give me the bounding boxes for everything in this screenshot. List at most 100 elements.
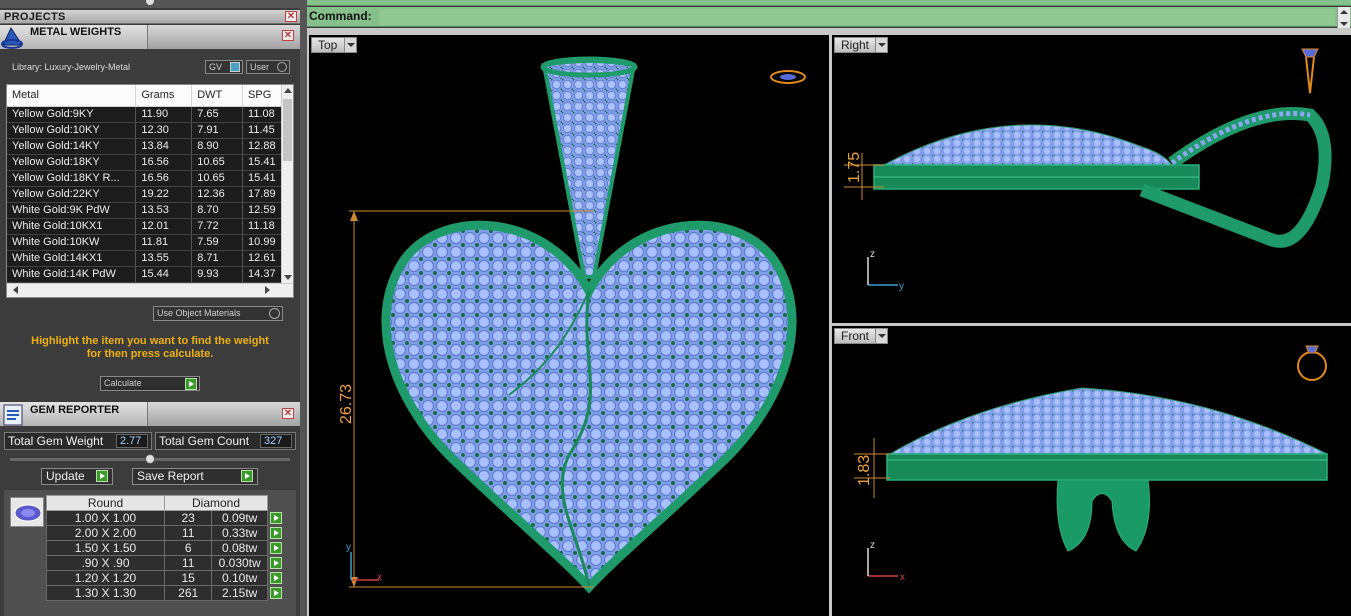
table-row[interactable]: White Gold:10KX1 12.01 7.72 11.18: [7, 218, 283, 235]
gem-row-action[interactable]: [268, 571, 286, 586]
table-cell: 11.90: [135, 106, 193, 123]
chevron-up-icon[interactable]: [284, 88, 292, 93]
front-base-plate[interactable]: [886, 453, 1328, 481]
horizontal-scrollbar[interactable]: [7, 283, 293, 297]
table-cell: Yellow Gold:22KY: [7, 186, 137, 203]
play-arrow-icon[interactable]: [270, 571, 282, 584]
chevron-up-icon[interactable]: [1340, 10, 1348, 14]
front-view-tab[interactable]: Front: [834, 328, 888, 344]
table-cell: Yellow Gold:10KY: [7, 122, 137, 139]
gem-material-header: Diamond: [164, 495, 268, 511]
side-gem-dome[interactable]: [883, 124, 1174, 166]
column-header[interactable]: Metal: [7, 85, 137, 107]
ring-icon[interactable]: [1297, 345, 1327, 381]
front-bail[interactable]: [1056, 479, 1150, 552]
play-arrow-icon[interactable]: [241, 470, 253, 482]
gem-row[interactable]: .90 X .90 11 0.030tw: [46, 555, 286, 571]
gem-row[interactable]: 1.30 X 1.30 261 2.15tw: [46, 585, 286, 601]
gem-row[interactable]: 1.00 X 1.00 23 0.09tw: [46, 510, 286, 526]
use-object-materials-radio[interactable]: [269, 308, 280, 319]
user-radio[interactable]: [277, 62, 287, 72]
top-view-render[interactable]: 26.73 x y: [309, 35, 829, 616]
close-icon[interactable]: ✕: [282, 30, 294, 41]
user-label: User: [250, 62, 270, 72]
top-viewport[interactable]: 26.73 x y Top: [309, 35, 829, 616]
dropdown-arrow-icon[interactable]: [875, 329, 887, 343]
column-header[interactable]: DWT: [191, 85, 244, 107]
gv-toggle[interactable]: GV: [205, 60, 243, 74]
table-row[interactable]: White Gold:14KX1 13.55 8.71 12.61: [7, 250, 283, 267]
play-arrow-icon[interactable]: [270, 511, 282, 524]
compass-icon[interactable]: [770, 70, 806, 84]
gem-row-action[interactable]: [268, 511, 286, 526]
scroll-thumb[interactable]: [283, 99, 292, 161]
right-view-render[interactable]: 1.75 y z: [832, 35, 1351, 323]
gem-row-action[interactable]: [268, 541, 286, 556]
user-toggle[interactable]: User: [246, 60, 290, 74]
front-viewport[interactable]: 1.83 x z Front: [832, 326, 1351, 616]
use-object-materials-toggle[interactable]: Use Object Materials: [153, 306, 283, 321]
table-cell: 14.37: [242, 266, 283, 283]
play-arrow-icon[interactable]: [96, 470, 108, 482]
dropdown-arrow-icon[interactable]: [875, 38, 887, 52]
play-arrow-icon[interactable]: [185, 378, 197, 390]
gem-row[interactable]: 2.00 X 2.00 11 0.33tw: [46, 525, 286, 541]
column-header[interactable]: SPG: [242, 85, 283, 107]
table-row[interactable]: Yellow Gold:10KY 12.30 7.91 11.45: [7, 122, 283, 139]
round-gem-thumbnail[interactable]: [10, 497, 44, 527]
chevron-right-icon[interactable]: [265, 286, 270, 294]
splitter[interactable]: [10, 454, 290, 464]
table-row[interactable]: Yellow Gold:14KY 13.84 8.90 12.88: [7, 138, 283, 155]
top-view-tab[interactable]: Top: [311, 37, 357, 53]
chevron-left-icon[interactable]: [13, 286, 18, 294]
bail-shape[interactable]: [541, 59, 637, 279]
panel-splitter[interactable]: [300, 0, 307, 616]
metal-weights-header[interactable]: METAL WEIGHTS ✕: [0, 25, 300, 49]
table-row[interactable]: Yellow Gold:18KY 16.56 10.65 15.41: [7, 154, 283, 171]
table-row[interactable]: White Gold:14K PdW 15.44 9.93 14.37: [7, 266, 283, 283]
gem-row-action[interactable]: [268, 556, 286, 571]
gem-row[interactable]: 1.50 X 1.50 6 0.08tw: [46, 540, 286, 556]
projects-header[interactable]: PROJECTS ✕: [0, 10, 300, 24]
front-gem-dome[interactable]: [888, 387, 1328, 455]
play-arrow-icon[interactable]: [270, 586, 282, 599]
table-row[interactable]: Yellow Gold:9KY 11.90 7.65 11.08: [7, 106, 283, 123]
gem-table[interactable]: Round Diamond 1.00 X 1.00 23 0.09tw 2.00 X …: [46, 495, 286, 601]
table-cell: 13.55: [135, 250, 193, 267]
gem-cell: 0.10tw: [211, 570, 268, 586]
chevron-down-icon[interactable]: [284, 275, 292, 280]
table-cell: 16.56: [135, 170, 193, 187]
gem-row-action[interactable]: [268, 526, 286, 541]
column-header[interactable]: Grams: [135, 85, 193, 107]
dropdown-arrow-icon[interactable]: [344, 38, 356, 52]
table-row[interactable]: Yellow Gold:18KY R... 16.56 10.65 15.41: [7, 170, 283, 187]
gem-row-action[interactable]: [268, 586, 286, 601]
splitter-handle[interactable]: [145, 0, 155, 6]
pendant-icon[interactable]: [1301, 48, 1319, 94]
gem-cell: 15: [163, 570, 213, 586]
table-row[interactable]: White Gold:9K PdW 13.53 8.70 12.59: [7, 202, 283, 219]
table-cell: 7.72: [191, 218, 244, 235]
splitter-handle[interactable]: [145, 454, 155, 464]
gem-reporter-header[interactable]: GEM REPORTER ✕: [0, 402, 300, 426]
close-icon[interactable]: ✕: [285, 11, 297, 22]
chevron-down-icon[interactable]: [1340, 22, 1348, 26]
metal-weights-table[interactable]: Metal Grams DWT SPG Yellow Gold:9KY 11.90…: [6, 84, 294, 298]
table-row[interactable]: White Gold:10KW 11.81 7.59 10.99: [7, 234, 283, 251]
gv-checkbox[interactable]: [230, 62, 240, 72]
right-viewport[interactable]: 1.75 y z Right: [832, 35, 1351, 323]
command-input[interactable]: [379, 9, 1335, 25]
save-report-button[interactable]: Save Report: [132, 468, 258, 485]
table-cell: Yellow Gold:18KY: [7, 154, 137, 171]
right-view-tab[interactable]: Right: [834, 37, 888, 53]
table-cell: 7.59: [191, 234, 244, 251]
play-arrow-icon[interactable]: [270, 526, 282, 539]
table-cell: 12.88: [242, 138, 283, 155]
play-arrow-icon[interactable]: [270, 556, 282, 569]
gem-row[interactable]: 1.20 X 1.20 15 0.10tw: [46, 570, 286, 586]
table-row[interactable]: Yellow Gold:22KY 19.22 12.36 17.89: [7, 186, 283, 203]
close-icon[interactable]: ✕: [282, 408, 294, 419]
vertical-scrollbar[interactable]: [281, 85, 293, 283]
front-view-render[interactable]: 1.83 x z: [832, 326, 1351, 616]
play-arrow-icon[interactable]: [270, 541, 282, 554]
